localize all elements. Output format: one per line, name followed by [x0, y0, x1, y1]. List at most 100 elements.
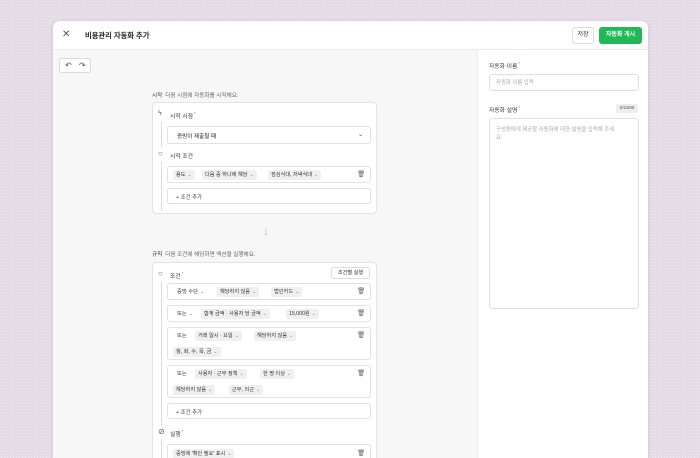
connector-line — [161, 281, 162, 426]
condition-value-chip[interactable]: 점심식대, 저녁식대 ⌄ — [268, 170, 322, 180]
rule-card: ○ 조건* 조건별 실행 증빙 수단 ⌄ 해당하지 않음 ⌄ 법인카드 ⌄ 🗑 또는 ⌄… — [152, 262, 377, 458]
condition-run-button[interactable]: 조건별 실행 — [331, 267, 370, 279]
chip-text: 증빙에 '확인 필요' 표시 — [176, 451, 226, 457]
condition-group: 또는 거래 일시 · 요일 ⌄ 해당하지 않음 ⌄ 월, 화, 수, 목, 금 ⌄ 🗑 — [167, 327, 371, 360]
condition-value-chip[interactable]: 법인카드 ⌄ — [271, 287, 303, 297]
name-input[interactable]: 자동화 이름 입력 — [489, 74, 639, 91]
chip-text: 법인카드 — [274, 289, 294, 295]
trash-icon[interactable]: 🗑 — [357, 171, 365, 179]
trash-icon[interactable]: 🗑 — [357, 370, 365, 378]
circle-icon: ○ — [158, 149, 163, 158]
rule-section-header: 규칙 다음 조건에 해당하면 액션을 실행해요. — [152, 250, 255, 258]
connector-line — [161, 439, 162, 458]
start-add-condition-row[interactable]: + 조건 추가 — [167, 188, 371, 204]
chevron-down-icon: ⌄ — [262, 311, 267, 317]
chip-text: 용도 — [176, 172, 186, 178]
action-chip[interactable]: 증빙에 '확인 필요' 표시 ⌄ — [173, 449, 235, 458]
condition-operator-chip[interactable]: 한 명 이상 ⌄ — [260, 369, 295, 379]
field-text: 증빙 수단 — [177, 289, 198, 295]
trigger-select-value: 증빙이 제출될 때 — [177, 134, 217, 140]
condition-operator-chip[interactable]: 해당하지 않음 ⌄ — [173, 385, 216, 395]
redo-icon[interactable]: ↷ — [79, 61, 86, 71]
chip-text: 합계 금액 · 사용자 당 금액 — [204, 311, 261, 317]
condition-operator-chip[interactable]: 다음 중 하나에 해당 ⌄ — [202, 170, 257, 180]
condition-field-chip[interactable]: 거래 일시 · 요일 ⌄ — [195, 331, 242, 341]
trash-icon[interactable]: 🗑 — [357, 310, 365, 318]
trigger-select[interactable]: 증빙이 제출될 때 ⌄ — [167, 126, 371, 144]
trash-icon[interactable]: 🗑 — [357, 450, 365, 458]
chevron-down-icon: ⌄ — [311, 311, 316, 317]
chip-text: 점심식대, 저녁식대 — [271, 172, 313, 178]
undo-icon[interactable]: ↶ — [65, 61, 72, 71]
condition-value-chip[interactable]: 근무, 외근 ⌄ — [229, 385, 264, 395]
trash-icon[interactable]: 🗑 — [357, 288, 365, 296]
condition-operator-chip[interactable]: 해당하지 않음 ⌄ — [217, 287, 260, 297]
condition-field-chip[interactable]: 사용자 · 근무 정책 ⌄ — [195, 369, 247, 379]
chevron-down-icon: ⌄ — [208, 387, 213, 393]
start-section-title: 시작 — [152, 93, 163, 99]
description-placeholder: 구성원에게 제공할 자동화에 대한 설명을 입력해 주세요. — [496, 127, 615, 141]
chevron-down-icon: ⌄ — [249, 172, 254, 178]
condition-group: 증빙 수단 ⌄ 해당하지 않음 ⌄ 법인카드 ⌄ 🗑 — [167, 283, 371, 300]
condition-value-chip[interactable]: 15,000원 ⌄ — [286, 309, 319, 319]
bolt-icon: ϟ — [158, 110, 162, 117]
start-condition-label: 시작 조건 — [170, 154, 193, 160]
chevron-down-icon: ⌄ — [314, 172, 319, 178]
chevron-down-icon: ⌄ — [234, 333, 239, 339]
condition-field-chip[interactable]: 용도 ⌄ — [173, 170, 195, 180]
name-label: 자동화 이름* — [489, 61, 520, 70]
rule-condition-label-text: 조건 — [170, 274, 181, 280]
chevron-down-icon: ⌄ — [239, 371, 244, 377]
add-condition-button[interactable]: + 조건 추가 — [176, 193, 202, 201]
chevron-down-icon: ⌄ — [187, 172, 192, 178]
or-operator[interactable]: 또는 ⌄ — [177, 309, 193, 319]
description-textarea[interactable]: 구성원에게 제공할 자동화에 대한 설명을 입력해 주세요. — [489, 118, 639, 309]
action-label: 실행* — [170, 429, 183, 438]
page-title: 비용관리 자동화 추가 — [85, 31, 150, 40]
chip-text: 다음 중 하나에 해당 — [205, 172, 248, 178]
trash-icon[interactable]: 🗑 — [357, 332, 365, 340]
condition-field[interactable]: 증빙 수단 ⌄ — [177, 287, 204, 297]
chevron-down-icon: ⌄ — [255, 387, 261, 393]
condition-group: 또는 사용자 · 근무 정책 ⌄ 한 명 이상 ⌄ 해당하지 않음 ⌄ 근무, 외근 ⌄… — [167, 365, 371, 398]
or-operator[interactable]: 또는 — [177, 331, 187, 341]
condition-value-chip[interactable]: 월, 화, 수, 목, 금 ⌄ — [173, 347, 221, 357]
close-icon[interactable]: ✕ — [62, 29, 70, 41]
chevron-down-icon: ⌄ — [188, 311, 194, 317]
chevron-down-icon: ⌄ — [286, 371, 292, 377]
char-counter: 0/1500 — [616, 104, 638, 113]
required-mark: * — [518, 105, 521, 110]
start-section-desc: 다음 시점에 자동화를 시작해요. — [165, 93, 239, 99]
chip-text: 사용자 · 근무 정책 — [198, 371, 238, 377]
arrow-down-icon: ↓ — [263, 224, 269, 238]
connector-line — [161, 121, 162, 147]
required-mark: * — [193, 111, 196, 116]
chevron-down-icon: ⌄ — [357, 132, 363, 138]
action-label-text: 실행 — [170, 432, 181, 438]
rule-section-desc: 다음 조건에 해당하면 액션을 실행해요. — [165, 252, 256, 258]
condition-operator-chip[interactable]: 해당하지 않음 ⌄ — [254, 331, 297, 341]
chevron-down-icon: ⌄ — [213, 349, 218, 355]
required-mark: * — [181, 271, 184, 276]
add-condition-button[interactable]: + 조건 추가 — [176, 408, 202, 416]
required-mark: * — [181, 429, 184, 434]
condition-field-chip[interactable]: 합계 금액 · 사용자 당 금액 ⌄ — [201, 309, 270, 319]
chevron-down-icon: ⌄ — [295, 289, 300, 295]
check-circle-icon: ⊘ — [158, 427, 165, 436]
chevron-down-icon: ⌄ — [289, 333, 294, 339]
chip-text: 거래 일시 · 요일 — [198, 333, 233, 339]
trigger-label-text: 시작 시점 — [170, 114, 193, 120]
or-operator[interactable]: 또는 — [177, 369, 187, 379]
add-condition-text: 조건 추가 — [180, 410, 202, 416]
chip-text: 해당하지 않음 — [257, 333, 288, 339]
start-section-header: 시작 다음 시점에 자동화를 시작해요. — [152, 91, 238, 99]
chip-text: 해당하지 않음 — [220, 289, 251, 295]
rule-add-condition-row[interactable]: + 조건 추가 — [167, 403, 371, 419]
save-button[interactable]: 저장 — [572, 27, 594, 44]
connector-line — [161, 161, 162, 211]
undo-redo-group: ↶ ↷ — [59, 58, 91, 73]
chevron-down-icon: ⌄ — [252, 289, 257, 295]
action-row: 증빙에 '확인 필요' 표시 ⌄ 🗑 — [167, 444, 371, 458]
publish-button[interactable]: 자동화 게시 — [599, 27, 642, 44]
name-label-text: 자동화 이름 — [489, 64, 518, 70]
